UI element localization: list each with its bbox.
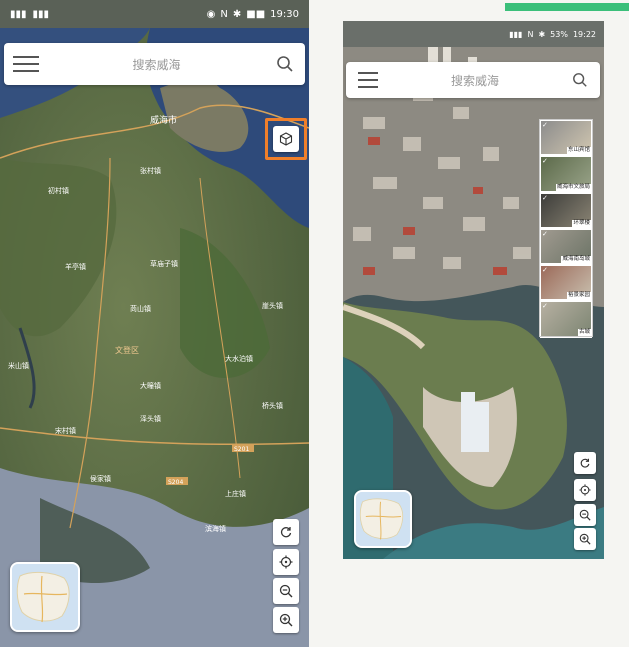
svg-text:苘山镇: 苘山镇 (130, 304, 151, 313)
svg-text:大疃镇: 大疃镇 (140, 381, 161, 390)
locate-button[interactable] (273, 549, 299, 575)
eye-icon: ◉ (206, 8, 216, 20)
check-icon: ✓ (542, 229, 548, 238)
rotate-icon (580, 458, 590, 468)
locate-button[interactable] (574, 479, 596, 501)
minimap[interactable] (10, 562, 80, 632)
layer-panel: ✓ 东山宾馆 ✓ 威海市文旅局 ✓ 环翠楼 ✓ 威海南岛城 ✓ 裕景家园 ✓ 古… (539, 119, 593, 338)
left-phone-screen: ▮▮▮ ▮▮▮ ◉ N ✱ ■■ 19:30 威海市 张村镇 初村镇 草庙子镇 羊亭镇 大… (0, 0, 309, 647)
svg-text:崖头镇: 崖头镇 (262, 301, 283, 310)
layer-label: 古城 (577, 328, 591, 336)
zoom-in-button[interactable] (273, 607, 299, 633)
layer-item[interactable]: ✓ 威海南岛城 (540, 229, 592, 266)
status-bar: ▮▮▮ N ✱ 53% 19:22 (343, 21, 604, 47)
layer-item[interactable]: ✓ 古城 (540, 301, 592, 338)
svg-text:上庄镇: 上庄镇 (225, 489, 246, 498)
bluetooth-icon: ✱ (232, 8, 242, 20)
right-phone-screen: ▮▮▮ N ✱ 53% 19:22 搜索威海 ✓ 东山宾馆 ✓ 威海市文旅局 ✓… (343, 21, 604, 559)
svg-text:泽头镇: 泽头镇 (140, 414, 161, 423)
signal-icon: ▮▮▮ (509, 29, 523, 39)
rotate-icon (280, 527, 292, 538)
layer-item[interactable]: ✓ 环翠楼 (540, 193, 592, 229)
search-icon[interactable] (265, 43, 305, 85)
signal-icon-2: ▮▮▮ (32, 8, 50, 20)
svg-text:桥头镇: 桥头镇 (262, 401, 283, 410)
zoom-in-icon (579, 533, 591, 545)
svg-text:侯家镇: 侯家镇 (90, 474, 111, 483)
satellite-map[interactable]: 威海市 张村镇 初村镇 草庙子镇 羊亭镇 大水泊镇 崖头镇 米山镇 苘山镇 宋村… (0, 28, 309, 647)
check-icon: ✓ (542, 157, 548, 166)
svg-text:S204: S204 (168, 479, 183, 486)
svg-text:S201: S201 (234, 446, 249, 453)
minimap[interactable] (354, 490, 412, 548)
search-bar[interactable]: 搜索威海 (4, 43, 305, 85)
search-input[interactable]: 搜索威海 (48, 56, 265, 73)
battery-icon: ■■ (246, 8, 266, 20)
svg-text:草庙子镇: 草庙子镇 (150, 259, 178, 268)
bluetooth-icon: ✱ (538, 29, 546, 39)
layer-label: 环翠楼 (572, 219, 591, 227)
layer-label: 威海市文旅局 (555, 183, 591, 191)
svg-text:米山镇: 米山镇 (8, 361, 29, 370)
battery-icon: 53% (550, 29, 568, 39)
layer-item[interactable]: ✓ 威海市文旅局 (540, 156, 592, 193)
svg-text:大水泊镇: 大水泊镇 (225, 354, 253, 363)
3d-view-button[interactable] (273, 126, 299, 152)
rotate-button[interactable] (574, 452, 596, 474)
layer-label: 东山宾馆 (566, 147, 591, 155)
zoom-out-icon (279, 584, 293, 598)
svg-text:张村镇: 张村镇 (140, 166, 161, 175)
check-icon: ✓ (542, 302, 548, 311)
svg-text:滨海镇: 滨海镇 (205, 524, 226, 533)
status-bar: ▮▮▮ ▮▮▮ ◉ N ✱ ■■ 19:30 (0, 0, 309, 28)
layer-item[interactable]: ✓ 裕景家园 (540, 265, 592, 302)
menu-icon[interactable] (4, 43, 48, 85)
check-icon: ✓ (542, 266, 548, 275)
check-icon: ✓ (542, 193, 548, 202)
svg-text:宋村镇: 宋村镇 (55, 426, 76, 435)
status-time: 19:22 (572, 29, 596, 39)
menu-icon[interactable] (346, 62, 390, 98)
crosshair-icon (279, 555, 293, 569)
nfc-icon: N (220, 8, 228, 20)
svg-text:初村镇: 初村镇 (48, 186, 69, 195)
svg-text:羊亭镇: 羊亭镇 (65, 262, 86, 271)
zoom-in-button[interactable] (574, 528, 596, 550)
zoom-out-icon (579, 509, 591, 521)
crosshair-icon (579, 484, 591, 496)
zoom-in-icon (279, 613, 293, 627)
search-icon[interactable] (560, 62, 600, 98)
rotate-button[interactable] (273, 519, 299, 545)
svg-text:威海市: 威海市 (150, 114, 177, 126)
status-time: 19:30 (270, 8, 299, 20)
zoom-out-button[interactable] (273, 578, 299, 604)
check-icon: ✓ (542, 121, 548, 129)
svg-text:文登区: 文登区 (115, 345, 139, 355)
layer-item[interactable]: ✓ 东山宾馆 (540, 120, 592, 157)
accent-bar (505, 3, 629, 11)
layer-label: 裕景家园 (566, 292, 591, 300)
nfc-icon: N (527, 29, 534, 39)
layer-label: 威海南岛城 (561, 256, 591, 264)
zoom-out-button[interactable] (574, 504, 596, 526)
search-input[interactable]: 搜索威海 (390, 72, 560, 89)
signal-icon: ▮▮▮ (10, 8, 27, 20)
cube-icon (279, 132, 293, 146)
search-bar[interactable]: 搜索威海 (346, 62, 600, 98)
